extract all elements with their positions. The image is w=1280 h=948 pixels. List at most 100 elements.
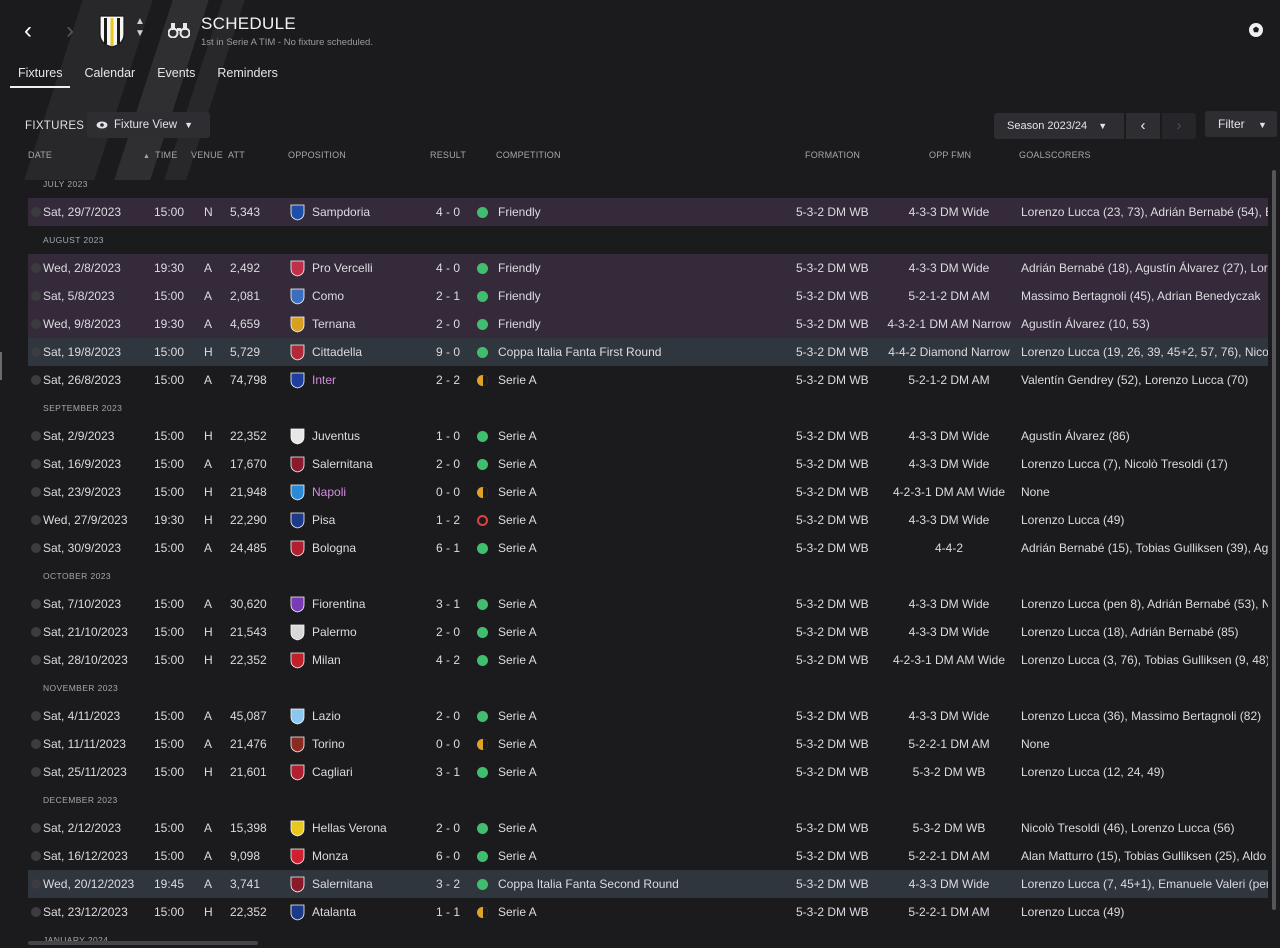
fixture-competition[interactable]: Serie A (498, 366, 537, 394)
tab-events[interactable]: Events (149, 62, 203, 88)
vertical-scrollbar[interactable] (1272, 170, 1276, 910)
fixture-result[interactable]: 9 - 0 (428, 338, 468, 366)
table-row[interactable]: Sat, 7/10/2023 15:00 A 30,620 Fiorentina 3 - … (28, 590, 1268, 618)
table-row[interactable]: Sat, 5/8/2023 15:00 A 2,081 Como 2 - 1 Friendl… (28, 282, 1268, 310)
opposition-link[interactable]: Como (312, 282, 344, 310)
opposition-link[interactable]: Ternana (312, 310, 355, 338)
opposition-link[interactable]: Palermo (312, 618, 357, 646)
column-header-competition[interactable]: COMPETITION (496, 150, 561, 160)
horizontal-scrollbar[interactable] (28, 941, 258, 945)
filter-dropdown[interactable]: Filter ▼ (1205, 111, 1277, 137)
row-select-checkbox[interactable] (31, 263, 41, 273)
forward-button[interactable]: › (58, 16, 82, 46)
fixture-result[interactable]: 6 - 0 (428, 842, 468, 870)
table-row[interactable]: Sat, 26/8/2023 15:00 A 74,798 Inter 2 - 2 Seri… (28, 366, 1268, 394)
fixture-view-dropdown[interactable]: Fixture View ▼ (87, 112, 210, 138)
fixture-result[interactable]: 0 - 0 (428, 478, 468, 506)
opposition-link[interactable]: Cittadella (312, 338, 362, 366)
back-button[interactable]: ‹ (16, 16, 40, 46)
fixture-competition[interactable]: Serie A (498, 618, 537, 646)
fixture-competition[interactable]: Serie A (498, 758, 537, 786)
table-row[interactable]: Sat, 4/11/2023 15:00 A 45,087 Lazio 2 - 0 Seri… (28, 702, 1268, 730)
table-row[interactable]: Wed, 2/8/2023 19:30 A 2,492 Pro Vercelli 4 - … (28, 254, 1268, 282)
fixture-result[interactable]: 3 - 1 (428, 758, 468, 786)
fixture-competition[interactable]: Coppa Italia Fanta Second Round (498, 870, 679, 898)
fixture-competition[interactable]: Friendly (498, 198, 541, 226)
row-select-checkbox[interactable] (31, 655, 41, 665)
table-row[interactable]: Sat, 19/8/2023 15:00 H 5,729 Cittadella 9 - 0… (28, 338, 1268, 366)
table-row[interactable]: Wed, 9/8/2023 19:30 A 4,659 Ternana 2 - 0 Frie… (28, 310, 1268, 338)
table-row[interactable]: Sat, 16/12/2023 15:00 A 9,098 Monza 6 - 0 Seri… (28, 842, 1268, 870)
tab-reminders[interactable]: Reminders (209, 62, 285, 88)
fixture-result[interactable]: 2 - 0 (428, 450, 468, 478)
row-select-checkbox[interactable] (31, 599, 41, 609)
table-row[interactable]: Sat, 25/11/2023 15:00 H 21,601 Cagliari 3 - 1… (28, 758, 1268, 786)
fixture-competition[interactable]: Serie A (498, 534, 537, 562)
fixture-result[interactable]: 1 - 0 (428, 422, 468, 450)
fixture-competition[interactable]: Serie A (498, 898, 537, 926)
fixture-result[interactable]: 2 - 0 (428, 618, 468, 646)
opposition-link[interactable]: Lazio (312, 702, 341, 730)
opposition-link[interactable]: Salernitana (312, 870, 373, 898)
opposition-link[interactable]: Juventus (312, 422, 360, 450)
opposition-link[interactable]: Sampdoria (312, 198, 370, 226)
fixture-competition[interactable]: Serie A (498, 842, 537, 870)
table-row[interactable]: Sat, 29/7/2023 15:00 N 5,343 Sampdoria 4 - 0 F… (28, 198, 1268, 226)
column-header-formation[interactable]: FORMATION (805, 150, 860, 160)
opposition-link[interactable]: Milan (312, 646, 341, 674)
row-select-checkbox[interactable] (31, 767, 41, 777)
row-select-checkbox[interactable] (31, 739, 41, 749)
opposition-link[interactable]: Pisa (312, 506, 335, 534)
fixture-competition[interactable]: Serie A (498, 646, 537, 674)
row-select-checkbox[interactable] (31, 879, 41, 889)
fixture-competition[interactable]: Serie A (498, 730, 537, 758)
opposition-link[interactable]: Bologna (312, 534, 356, 562)
opposition-link[interactable]: Pro Vercelli (312, 254, 373, 282)
column-header-date[interactable]: DATE (28, 150, 52, 160)
table-row[interactable]: Sat, 28/10/2023 15:00 H 22,352 Milan 4 - 2 Ser… (28, 646, 1268, 674)
fixture-competition[interactable]: Serie A (498, 450, 537, 478)
fixture-result[interactable]: 2 - 2 (428, 366, 468, 394)
table-row[interactable]: Sat, 23/9/2023 15:00 H 21,948 Napoli 0 - 0 Ser… (28, 478, 1268, 506)
opposition-link[interactable]: Torino (312, 730, 345, 758)
fixture-result[interactable]: 4 - 0 (428, 198, 468, 226)
fixture-competition[interactable]: Friendly (498, 282, 541, 310)
row-select-checkbox[interactable] (31, 711, 41, 721)
column-header-time[interactable]: ▲ TIME (143, 150, 177, 160)
row-select-checkbox[interactable] (31, 459, 41, 469)
row-select-checkbox[interactable] (31, 431, 41, 441)
row-select-checkbox[interactable] (31, 515, 41, 525)
opposition-link[interactable]: Monza (312, 842, 348, 870)
binoculars-icon[interactable] (168, 22, 190, 38)
fixture-competition[interactable]: Coppa Italia Fanta First Round (498, 338, 661, 366)
fixture-competition[interactable]: Serie A (498, 590, 537, 618)
fixture-result[interactable]: 2 - 1 (428, 282, 468, 310)
fixture-competition[interactable]: Serie A (498, 506, 537, 534)
table-row[interactable]: Sat, 11/11/2023 15:00 A 21,476 Torino 0 - 0 Se… (28, 730, 1268, 758)
fixture-competition[interactable]: Friendly (498, 254, 541, 282)
row-select-checkbox[interactable] (31, 823, 41, 833)
opposition-link[interactable]: Atalanta (312, 898, 356, 926)
fixture-competition[interactable]: Serie A (498, 478, 537, 506)
row-select-checkbox[interactable] (31, 543, 41, 553)
row-select-checkbox[interactable] (31, 319, 41, 329)
previous-season-button[interactable]: ‹ (1126, 113, 1160, 139)
row-select-checkbox[interactable] (31, 375, 41, 385)
row-select-checkbox[interactable] (31, 207, 41, 217)
fixture-result[interactable]: 6 - 1 (428, 534, 468, 562)
opposition-link[interactable]: Fiorentina (312, 590, 365, 618)
fixture-competition[interactable]: Friendly (498, 310, 541, 338)
opposition-link[interactable]: Cagliari (312, 758, 353, 786)
next-season-button[interactable]: › (1162, 113, 1196, 139)
row-select-checkbox[interactable] (31, 487, 41, 497)
fixture-competition[interactable]: Serie A (498, 422, 537, 450)
fixture-result[interactable]: 1 - 1 (428, 898, 468, 926)
table-row[interactable]: Sat, 2/9/2023 15:00 H 22,352 Juventus 1 - 0 Se… (28, 422, 1268, 450)
column-header-goalscorers[interactable]: GOALSCORERS (1019, 150, 1091, 160)
fixture-result[interactable]: 4 - 2 (428, 646, 468, 674)
fixture-result[interactable]: 2 - 0 (428, 310, 468, 338)
football-icon[interactable] (1248, 22, 1264, 38)
column-header-opposition[interactable]: OPPOSITION (288, 150, 346, 160)
table-row[interactable]: Sat, 30/9/2023 15:00 A 24,485 Bologna 6 - 1 Se… (28, 534, 1268, 562)
parma-crest-icon[interactable] (98, 14, 126, 48)
